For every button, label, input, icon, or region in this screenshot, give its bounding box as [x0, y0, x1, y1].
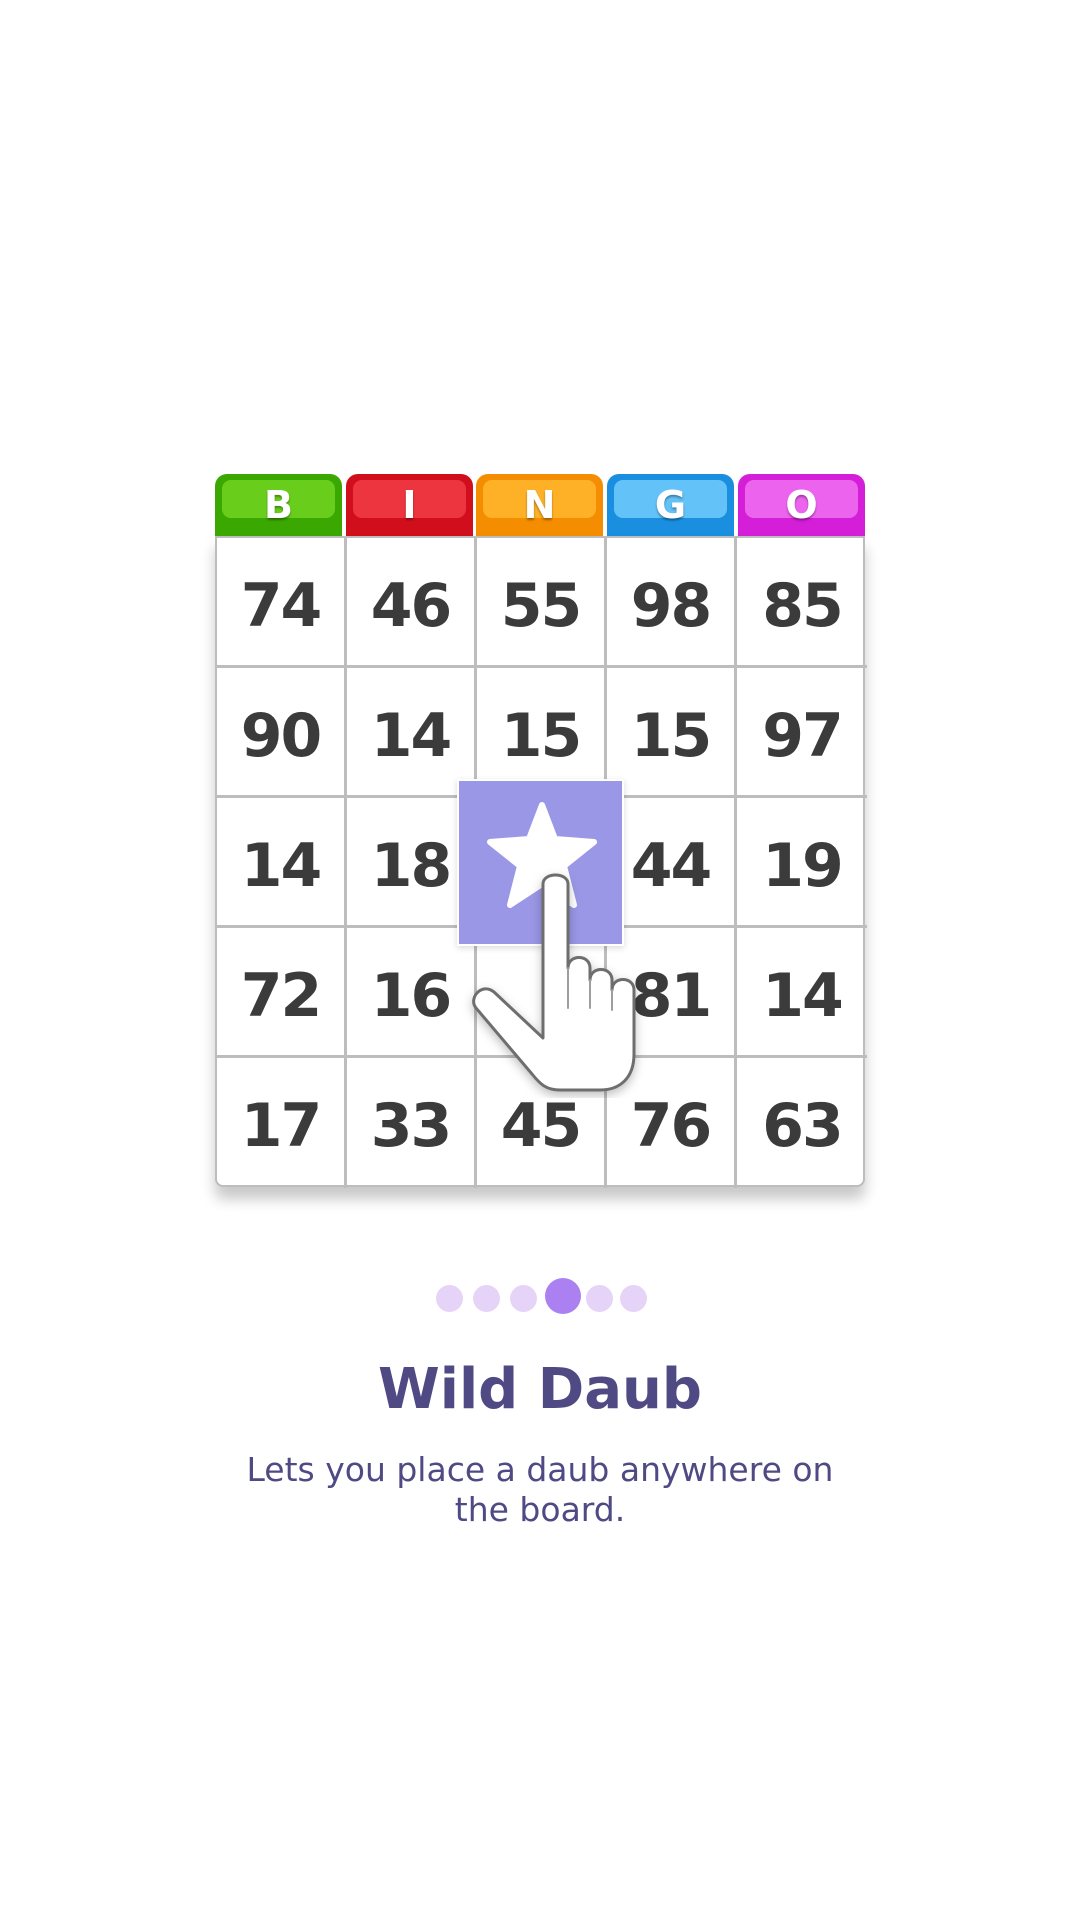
bingo-cell[interactable]: 98: [607, 538, 737, 668]
bingo-cell[interactable]: 97: [737, 668, 867, 798]
bingo-cell[interactable]: 17: [217, 1058, 347, 1188]
page-dot[interactable]: [586, 1285, 613, 1312]
hand-pointer-icon: [472, 873, 636, 1092]
page-indicator: [0, 1278, 1080, 1314]
header-tab-o: O: [738, 474, 865, 536]
bingo-cell[interactable]: 15: [607, 668, 737, 798]
bingo-cell[interactable]: 90: [217, 668, 347, 798]
header-tab-i: I: [346, 474, 473, 536]
header-tab-g: G: [607, 474, 734, 536]
header-letter: N: [523, 483, 556, 527]
page-dot[interactable]: [473, 1285, 500, 1312]
header-tab-b: B: [215, 474, 342, 536]
page-dot[interactable]: [620, 1285, 647, 1312]
header-letter: O: [785, 483, 818, 527]
header-letter: B: [264, 483, 293, 527]
bingo-header: B I N G O: [215, 474, 865, 536]
bingo-cell[interactable]: 16: [347, 928, 477, 1058]
header-tab-n: N: [476, 474, 603, 536]
bingo-cell[interactable]: 14: [737, 928, 867, 1058]
bingo-cell[interactable]: 46: [347, 538, 477, 668]
bingo-cell[interactable]: 19: [737, 798, 867, 928]
bingo-cell[interactable]: 33: [347, 1058, 477, 1188]
page-dot-active[interactable]: [545, 1278, 581, 1314]
bingo-cell[interactable]: 63: [737, 1058, 867, 1188]
page-dot[interactable]: [510, 1285, 537, 1312]
header-letter: G: [654, 483, 687, 527]
bingo-cell[interactable]: 14: [217, 798, 347, 928]
bingo-cell[interactable]: 55: [477, 538, 607, 668]
feature-title: Wild Daub: [378, 1357, 702, 1422]
page-dot[interactable]: [436, 1285, 463, 1312]
bingo-cell[interactable]: 72: [217, 928, 347, 1058]
header-letter: I: [402, 483, 417, 527]
feature-description: Lets you place a daub anywhere on the bo…: [246, 1450, 834, 1529]
bingo-cell[interactable]: 74: [217, 538, 347, 668]
bingo-cell[interactable]: 85: [737, 538, 867, 668]
